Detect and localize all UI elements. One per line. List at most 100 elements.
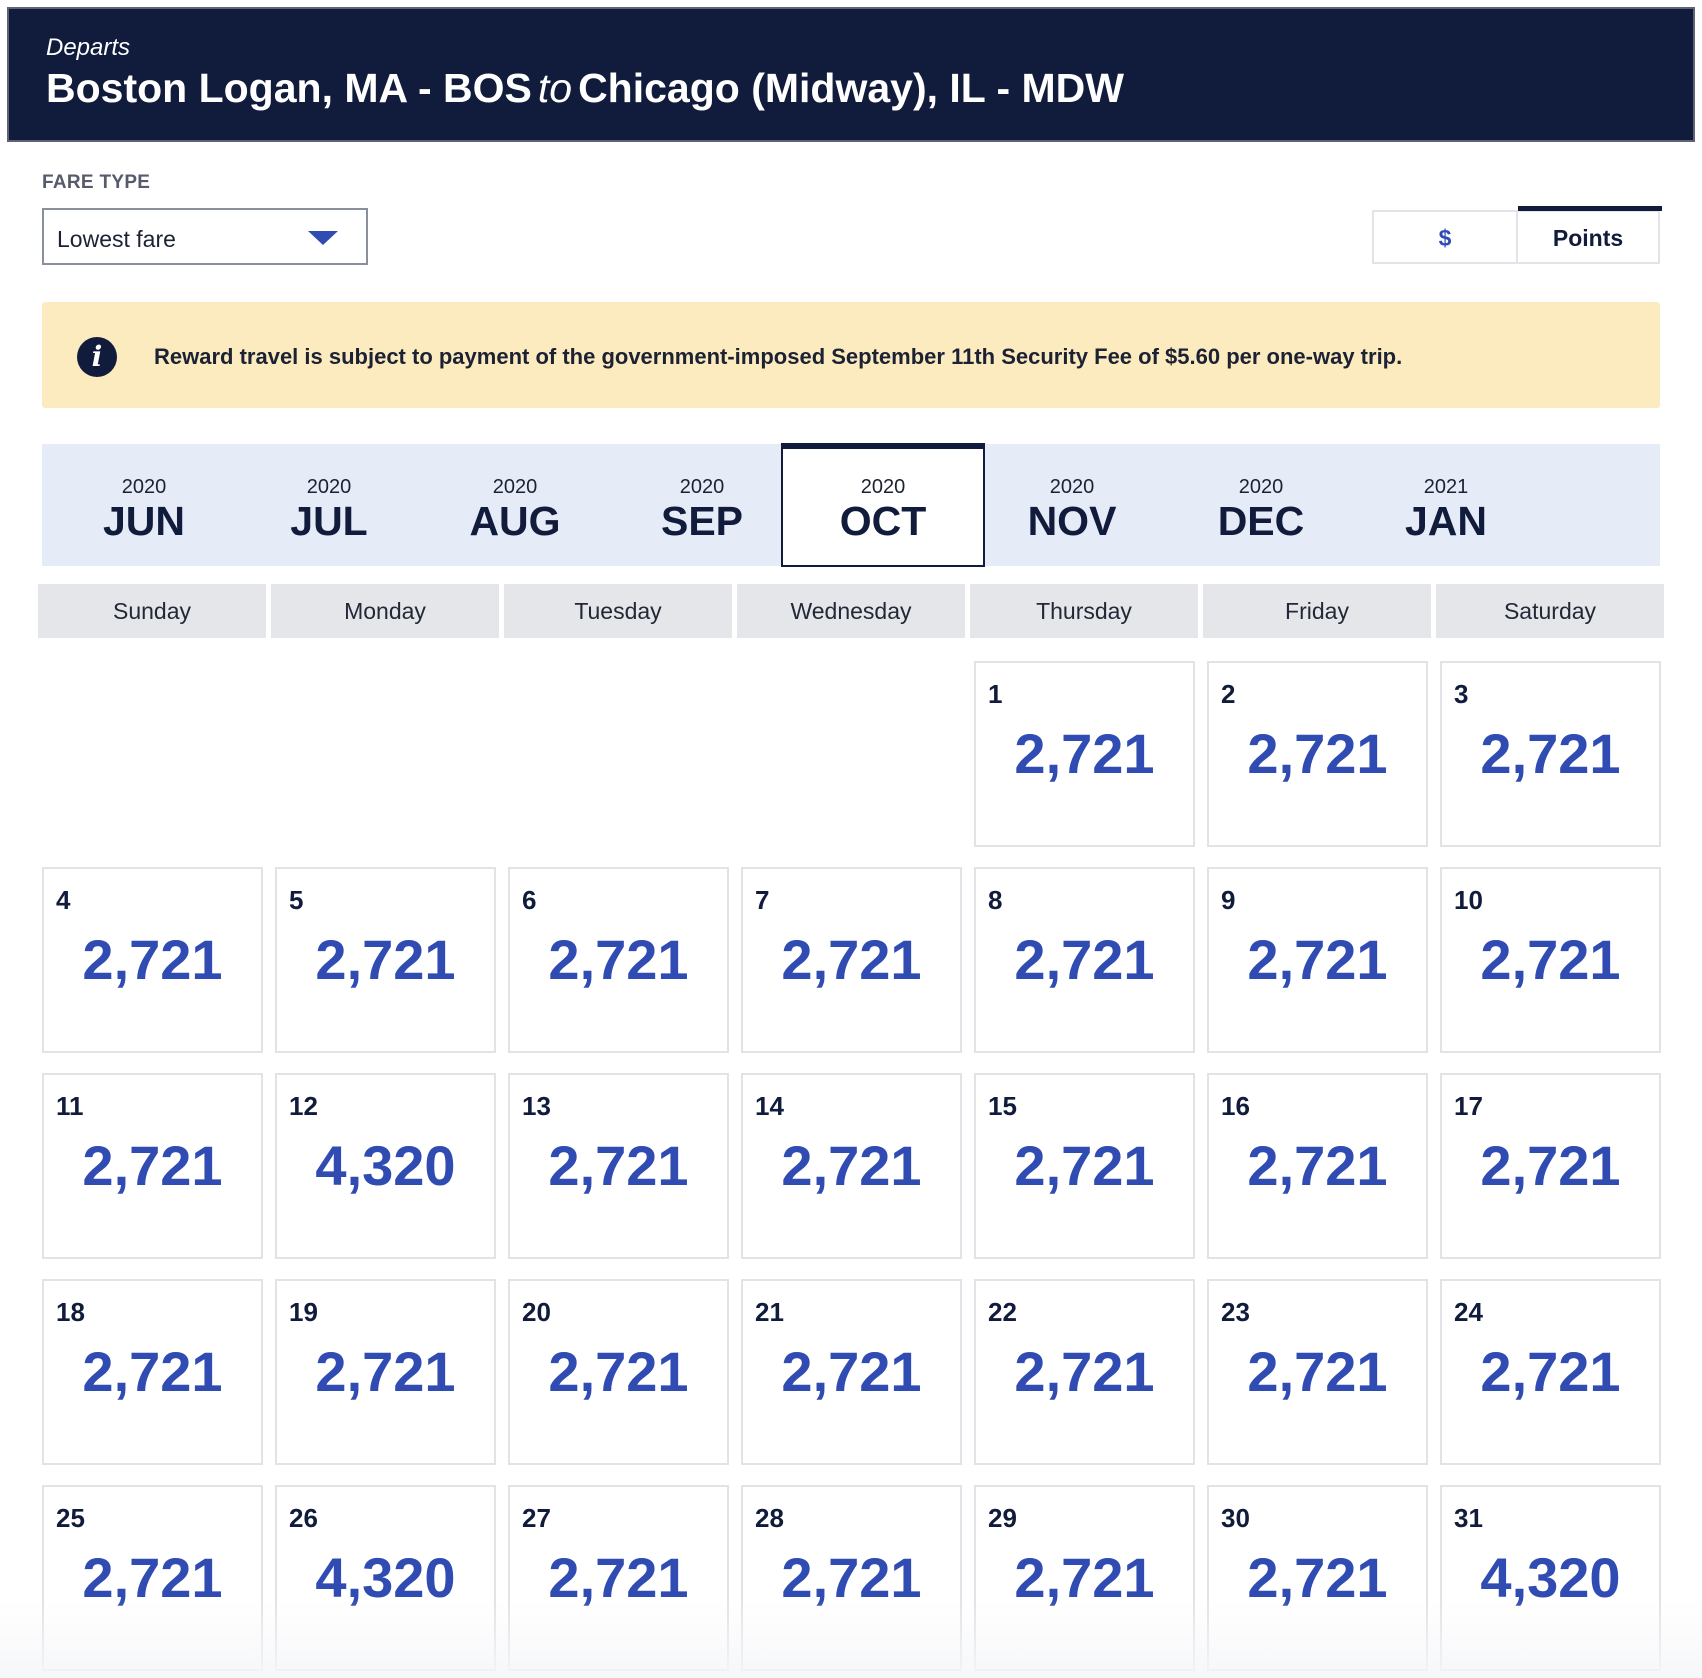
day-number: 26 — [289, 1503, 318, 1533]
calendar-day-cell[interactable]: 7 2,721 — [741, 867, 962, 1053]
day-number: 12 — [289, 1091, 318, 1121]
points-price: 2,721 — [781, 928, 922, 991]
info-icon: i — [77, 337, 117, 377]
calendar-day-cell[interactable]: 26 4,320 — [275, 1485, 496, 1671]
weekday-monday: Monday — [271, 584, 499, 638]
month-tab-aug[interactable]: 2020 AUG — [413, 444, 617, 566]
month-tab-year: 2020 — [1049, 476, 1095, 498]
calendar-day-cell[interactable]: 29 2,721 — [974, 1485, 1195, 1671]
points-price: 2,721 — [1247, 1340, 1388, 1403]
day-number: 13 — [522, 1091, 551, 1121]
points-price: 2,721 — [82, 1546, 223, 1609]
calendar-day-cell[interactable]: 17 2,721 — [1440, 1073, 1661, 1259]
weekday-tuesday: Tuesday — [504, 584, 732, 638]
calendar-day-cell[interactable]: 21 2,721 — [741, 1279, 962, 1465]
points-price: 2,721 — [1014, 1134, 1155, 1197]
month-tab-label: AUG — [469, 498, 561, 544]
points-price: 2,721 — [1480, 722, 1621, 785]
calendar-day-cell[interactable]: 18 2,721 — [42, 1279, 263, 1465]
departs-label: Departs — [46, 34, 131, 61]
calendar-day-cell[interactable]: 24 2,721 — [1440, 1279, 1661, 1465]
calendar-day-cell[interactable]: 2 2,721 — [1207, 661, 1428, 847]
calendar-day-cell[interactable]: 31 4,320 — [1440, 1485, 1661, 1671]
points-price: 2,721 — [548, 1340, 689, 1403]
points-price: 4,320 — [315, 1546, 456, 1609]
reward-fee-notice: i Reward travel is subject to payment of… — [42, 302, 1660, 408]
points-toggle-button[interactable]: Points — [1518, 212, 1658, 262]
day-number: 27 — [522, 1503, 551, 1533]
destination-airport: Chicago (Midway), IL - MDW — [578, 65, 1124, 111]
calendar-day-cell[interactable]: 1 2,721 — [974, 661, 1195, 847]
calendar-day-cell[interactable]: 22 2,721 — [974, 1279, 1195, 1465]
fare-type-selected-value: Lowest fare — [57, 226, 176, 252]
day-number: 4 — [56, 885, 71, 915]
calendar-day-cell[interactable]: 5 2,721 — [275, 867, 496, 1053]
day-number: 22 — [988, 1297, 1017, 1327]
day-number: 18 — [56, 1297, 85, 1327]
month-tab-label: DEC — [1217, 498, 1305, 544]
calendar-day-cell[interactable]: 13 2,721 — [508, 1073, 729, 1259]
calendar-day-cell[interactable]: 14 2,721 — [741, 1073, 962, 1259]
month-tab-year: 2020 — [492, 476, 538, 498]
day-number: 9 — [1221, 885, 1236, 915]
month-tab-nov[interactable]: 2020 NOV — [970, 444, 1174, 566]
points-price: 2,721 — [1247, 1134, 1388, 1197]
points-price: 2,721 — [82, 928, 223, 991]
calendar-day-cell[interactable]: 6 2,721 — [508, 867, 729, 1053]
calendar-day-cell[interactable]: 3 2,721 — [1440, 661, 1661, 847]
month-tab-jan[interactable]: 2021 JAN — [1344, 444, 1548, 566]
calendar-day-cell[interactable]: 23 2,721 — [1207, 1279, 1428, 1465]
calendar-day-cell[interactable]: 20 2,721 — [508, 1279, 729, 1465]
calendar-day-cell[interactable]: 9 2,721 — [1207, 867, 1428, 1053]
calendar-day-cell[interactable]: 16 2,721 — [1207, 1073, 1428, 1259]
points-price: 2,721 — [1480, 1134, 1621, 1197]
points-price: 2,721 — [781, 1546, 922, 1609]
calendar-day-cell[interactable]: 15 2,721 — [974, 1073, 1195, 1259]
weekday-wednesday: Wednesday — [737, 584, 965, 638]
month-tab-year: 2021 — [1423, 476, 1469, 498]
points-price: 2,721 — [1247, 928, 1388, 991]
calendar-day-cell[interactable]: 27 2,721 — [508, 1485, 729, 1671]
month-tab-oct[interactable]: 2020 OCT — [781, 443, 985, 567]
fare-type-dropdown[interactable]: Lowest fare — [42, 208, 368, 265]
month-tab-year: 2020 — [860, 476, 906, 498]
points-price: 2,721 — [82, 1134, 223, 1197]
calendar-day-cell[interactable]: 11 2,721 — [42, 1073, 263, 1259]
weekday-friday: Friday — [1203, 584, 1431, 638]
calendar-day-cell[interactable]: 8 2,721 — [974, 867, 1195, 1053]
points-price: 2,721 — [82, 1340, 223, 1403]
day-number: 24 — [1454, 1297, 1483, 1327]
weekday-sunday: Sunday — [38, 584, 266, 638]
month-tab-dec[interactable]: 2020 DEC — [1159, 444, 1363, 566]
month-tab-jun[interactable]: 2020 JUN — [42, 444, 246, 566]
day-number: 11 — [56, 1091, 84, 1121]
calendar-day-cell[interactable]: 25 2,721 — [42, 1485, 263, 1671]
month-tab-label: SEP — [660, 498, 744, 544]
calendar-day-cell[interactable]: 28 2,721 — [741, 1485, 962, 1671]
calendar-day-cell[interactable]: 10 2,721 — [1440, 867, 1661, 1053]
day-number: 19 — [289, 1297, 318, 1327]
month-tab-sep[interactable]: 2020 SEP — [600, 444, 804, 566]
weekday-thursday: Thursday — [970, 584, 1198, 638]
month-tab-label: JUN — [102, 498, 186, 544]
day-number: 2 — [1221, 679, 1236, 709]
day-number: 5 — [289, 885, 304, 915]
calendar-day-cell[interactable]: 4 2,721 — [42, 867, 263, 1053]
month-tab-label: NOV — [1027, 498, 1117, 544]
route-header: Departs Boston Logan, MA - BOS to Chicago … — [7, 7, 1695, 142]
points-price: 2,721 — [1480, 928, 1621, 991]
points-price: 2,721 — [315, 928, 456, 991]
calendar-day-cell[interactable]: 12 4,320 — [275, 1073, 496, 1259]
points-price: 2,721 — [781, 1340, 922, 1403]
month-selector: 2020 JUN 2020 JUL 2020 AUG 2020 SEP 2020 OCT 2020 N… — [42, 443, 1660, 567]
month-tab-year: 2020 — [121, 476, 167, 498]
month-tab-jul[interactable]: 2020 JUL — [227, 444, 431, 566]
fare-type-label: FARE TYPE — [42, 172, 151, 193]
day-number: 25 — [56, 1503, 85, 1533]
origin-airport: Boston Logan, MA - BOS — [46, 65, 532, 111]
day-number: 16 — [1221, 1091, 1250, 1121]
dollar-toggle-button[interactable]: $ — [1374, 212, 1518, 262]
calendar-day-cell[interactable]: 19 2,721 — [275, 1279, 496, 1465]
calendar-day-cell[interactable]: 30 2,721 — [1207, 1485, 1428, 1671]
day-number: 10 — [1454, 885, 1483, 915]
